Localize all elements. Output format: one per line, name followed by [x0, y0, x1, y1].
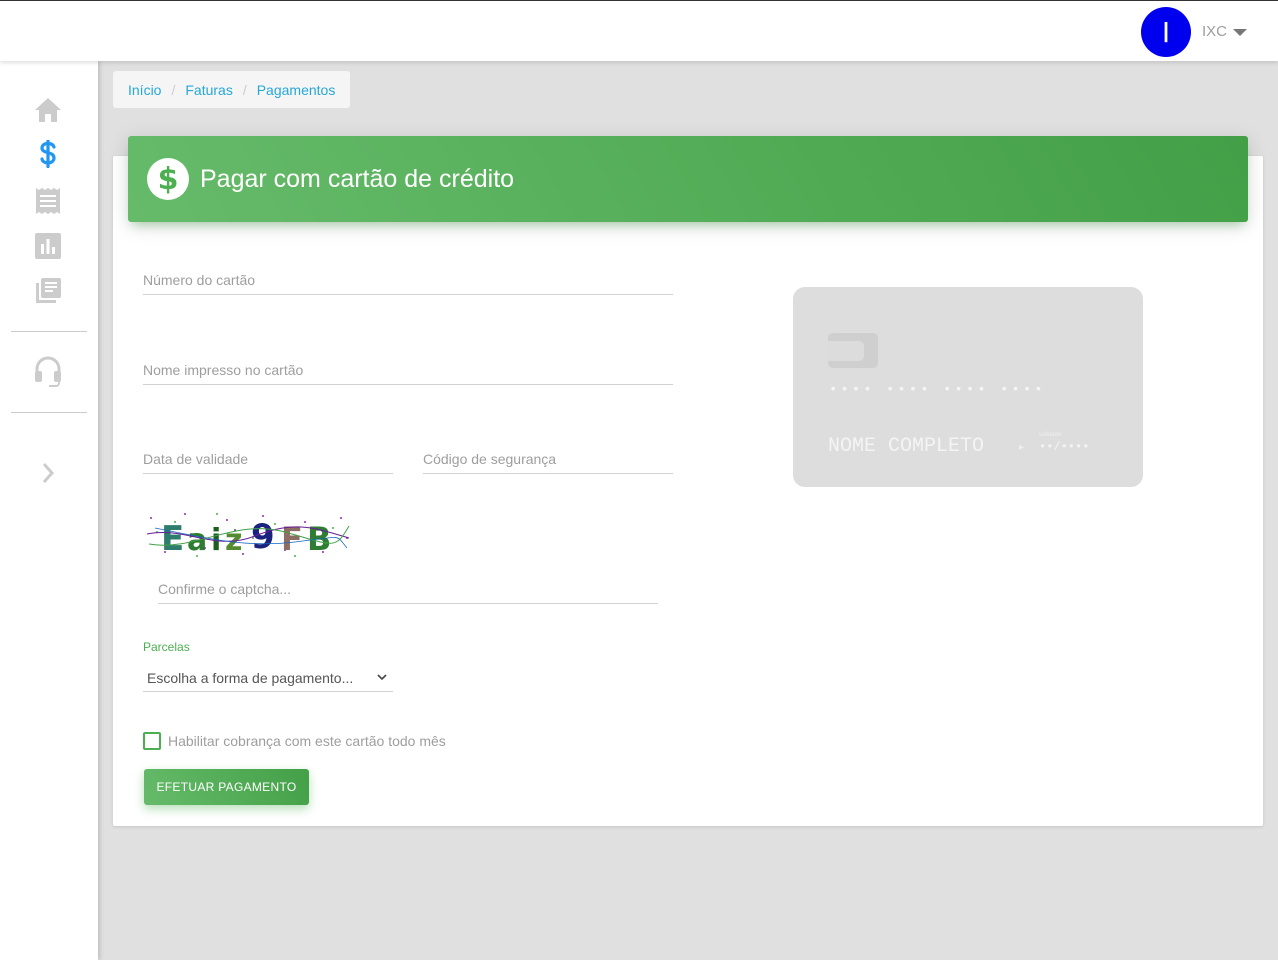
chevron-right-icon[interactable] [33, 458, 63, 488]
card-preview-expiry: ••/•••• [1039, 440, 1090, 454]
card-name-input[interactable] [143, 356, 673, 384]
captcha-char: 9 [251, 517, 275, 557]
parcelas-select[interactable]: Escolha a forma de pagamento... [143, 664, 393, 692]
library-books-icon[interactable] [33, 276, 63, 306]
security-code-field [423, 445, 673, 474]
payment-card [113, 156, 1263, 826]
credit-card-preview: •••• •••• •••• •••• NOME COMPLETO valida… [793, 287, 1143, 487]
receipt-icon[interactable] [33, 186, 63, 216]
sidebar-divider [11, 412, 87, 413]
arrow-right-icon: ▸ [1019, 442, 1025, 453]
top-bar: I IXC [0, 0, 1278, 61]
home-icon[interactable] [33, 95, 63, 125]
expiry-input[interactable] [143, 445, 393, 473]
captcha-field [158, 575, 658, 604]
user-menu-caret-icon[interactable] [1233, 29, 1247, 36]
sidebar-divider [11, 331, 87, 332]
sidebar [0, 61, 98, 960]
user-avatar[interactable]: I [1141, 7, 1191, 57]
headset-icon[interactable] [33, 356, 63, 387]
recurring-checkbox[interactable] [143, 732, 161, 750]
card-preview-number: •••• •••• •••• •••• [829, 382, 1046, 398]
breadcrumb: Início / Faturas / Pagamentos [113, 71, 351, 108]
recurring-checkbox-label: Habilitar cobrança com este cartão todo … [168, 733, 446, 749]
captcha-char: F [281, 520, 303, 558]
page-title: Pagar com cartão de crédito [200, 164, 515, 193]
breadcrumb-faturas[interactable]: Faturas [185, 82, 232, 98]
security-code-input[interactable] [423, 445, 673, 473]
chevron-down-icon [377, 674, 387, 681]
card-chip-icon [828, 333, 878, 368]
breadcrumb-inicio[interactable]: Início [128, 82, 161, 98]
card-number-field [143, 266, 673, 295]
bar-chart-icon[interactable] [33, 231, 63, 261]
username[interactable]: IXC [1202, 23, 1227, 40]
payment-card-header: $ Pagar com cartão de crédito [128, 136, 1248, 222]
card-preview-valid-label: validade [1039, 432, 1062, 438]
parcelas-selected-value: Escolha a forma de pagamento... [147, 669, 354, 686]
captcha-char: E [161, 519, 184, 559]
card-number-input[interactable] [143, 266, 673, 294]
breadcrumb-separator: / [171, 81, 176, 98]
card-name-field [143, 356, 673, 385]
captcha-input[interactable] [158, 575, 658, 603]
parcelas-label: Parcelas [143, 640, 190, 654]
captcha-image: E a i z 9 F B [146, 513, 350, 559]
breadcrumb-separator: / [242, 81, 247, 98]
card-preview-name: NOME COMPLETO [828, 435, 985, 458]
submit-payment-button[interactable]: EFETUAR PAGAMENTO [144, 769, 309, 805]
breadcrumb-pagamentos[interactable]: Pagamentos [257, 82, 336, 98]
dollar-icon[interactable] [33, 140, 63, 170]
dollar-circle-icon: $ [147, 158, 189, 200]
expiry-field [143, 445, 393, 474]
